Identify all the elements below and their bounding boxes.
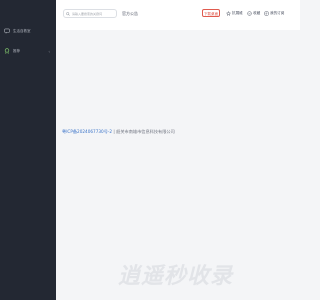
search-input[interactable] [72, 10, 116, 17]
star-icon [226, 11, 231, 16]
official-notice-link[interactable]: 官方公告 [122, 9, 138, 18]
header-link-subscribe[interactable]: 我的订阅 [264, 9, 284, 18]
watermark-logo: 逍遥秒收录 [118, 264, 234, 289]
sidebar-item-label: 推荐 [13, 48, 20, 53]
top-header: 官方公告 下载桌面 抗展维 收藏 我的订阅 [56, 0, 300, 30]
sidebar-item-recommend[interactable]: 推荐 ‹ [4, 46, 54, 56]
company-name: | 韶关市南雄市信息科技有限公司 [113, 129, 175, 134]
bookmark-icon [247, 11, 252, 16]
download-desktop-button[interactable]: 下载桌面 [202, 9, 220, 17]
sidebar-item-label: 生活自救室 [13, 28, 31, 33]
recommend-icon [4, 48, 10, 54]
subscribe-icon [264, 11, 269, 16]
sidebar-item-life[interactable]: 生活自救室 [4, 26, 54, 36]
icp-link[interactable]: 粤ICP备2024067730号-2 [62, 129, 112, 134]
icp-footer: 粤ICP备2024067730号-2 | 韶关市南雄市信息科技有限公司 [62, 129, 175, 135]
search-box [63, 9, 117, 18]
header-link-label: 收藏 [253, 11, 261, 15]
header-link-label: 抗展维 [232, 11, 243, 15]
chevron-left-icon: ‹ [48, 48, 50, 54]
sidebar: 生活自救室 推荐 ‹ [0, 0, 56, 300]
chat-bubble-icon [4, 28, 10, 34]
search-icon [66, 11, 70, 16]
header-link-label: 我的订阅 [270, 11, 285, 15]
header-link-bookmark[interactable]: 收藏 [247, 9, 260, 18]
header-link-favorite-site[interactable]: 抗展维 [226, 9, 243, 18]
